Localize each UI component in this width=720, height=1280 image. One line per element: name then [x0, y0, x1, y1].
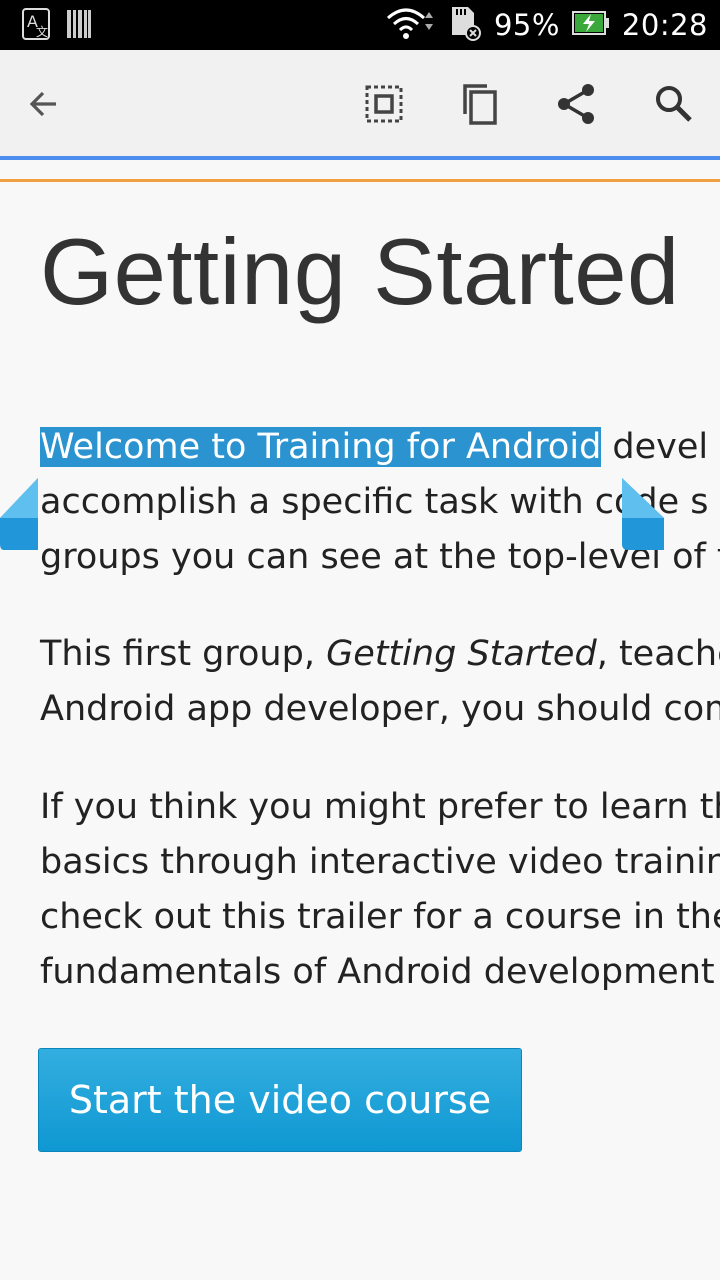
- paragraph-video-training[interactable]: If you think you might prefer to learn t…: [40, 780, 720, 1000]
- selection-start-handle[interactable]: [0, 478, 40, 556]
- paragraph-line: This first group, Getting Started, teach…: [40, 627, 720, 682]
- battery-charging-icon: [571, 10, 610, 40]
- text-fragment: , teache: [596, 634, 720, 674]
- paragraph-getting-started[interactable]: This first group, Getting Started, teach…: [40, 627, 720, 737]
- paragraph-line: basics through interactive video trainin: [40, 842, 720, 882]
- barcode-icon: [66, 8, 92, 46]
- paragraph-line: accomplish a specific task with code s: [40, 482, 709, 522]
- paragraph-line: check out this trailer for a course in t…: [40, 897, 720, 937]
- start-video-course-button[interactable]: Start the video course: [38, 1048, 522, 1152]
- search-icon[interactable]: [650, 80, 698, 128]
- translate-icon: A 文: [22, 8, 52, 46]
- paragraph-line: Welcome to Training for Android devel: [40, 420, 720, 475]
- paragraph-line: Android app developer, you should com: [40, 689, 720, 729]
- page-title: Getting Started: [40, 219, 680, 324]
- status-bar: A 文 95% 20:28: [0, 0, 720, 50]
- paragraph-line: groups you can see at the top-level of t: [40, 537, 720, 577]
- copy-icon[interactable]: [455, 80, 503, 128]
- battery-percent: 95%: [493, 8, 560, 42]
- clock: 20:28: [621, 8, 708, 42]
- text-fragment: This first group,: [40, 634, 327, 674]
- toolbar-divider: [0, 156, 720, 160]
- sd-card-error-icon: [448, 5, 482, 45]
- action-bar: [0, 50, 720, 158]
- paragraph-line: fundamentals of Android development: [40, 952, 715, 992]
- selection-end-handle[interactable]: [620, 478, 666, 556]
- share-icon[interactable]: [552, 80, 600, 128]
- paragraph-intro[interactable]: Welcome to Training for Android devel ac…: [40, 420, 720, 585]
- wifi-icon: [386, 6, 436, 44]
- svg-text:文: 文: [36, 24, 48, 39]
- web-content[interactable]: Getting Started Welcome to Training for …: [0, 182, 720, 1280]
- emphasis-text: Getting Started: [326, 634, 597, 674]
- paragraph-line: If you think you might prefer to learn t…: [40, 787, 720, 827]
- back-arrow-icon[interactable]: [20, 80, 68, 128]
- select-all-icon[interactable]: [360, 80, 408, 128]
- selected-text[interactable]: Welcome to Training for Android: [40, 427, 602, 467]
- text-fragment: devel: [601, 427, 709, 467]
